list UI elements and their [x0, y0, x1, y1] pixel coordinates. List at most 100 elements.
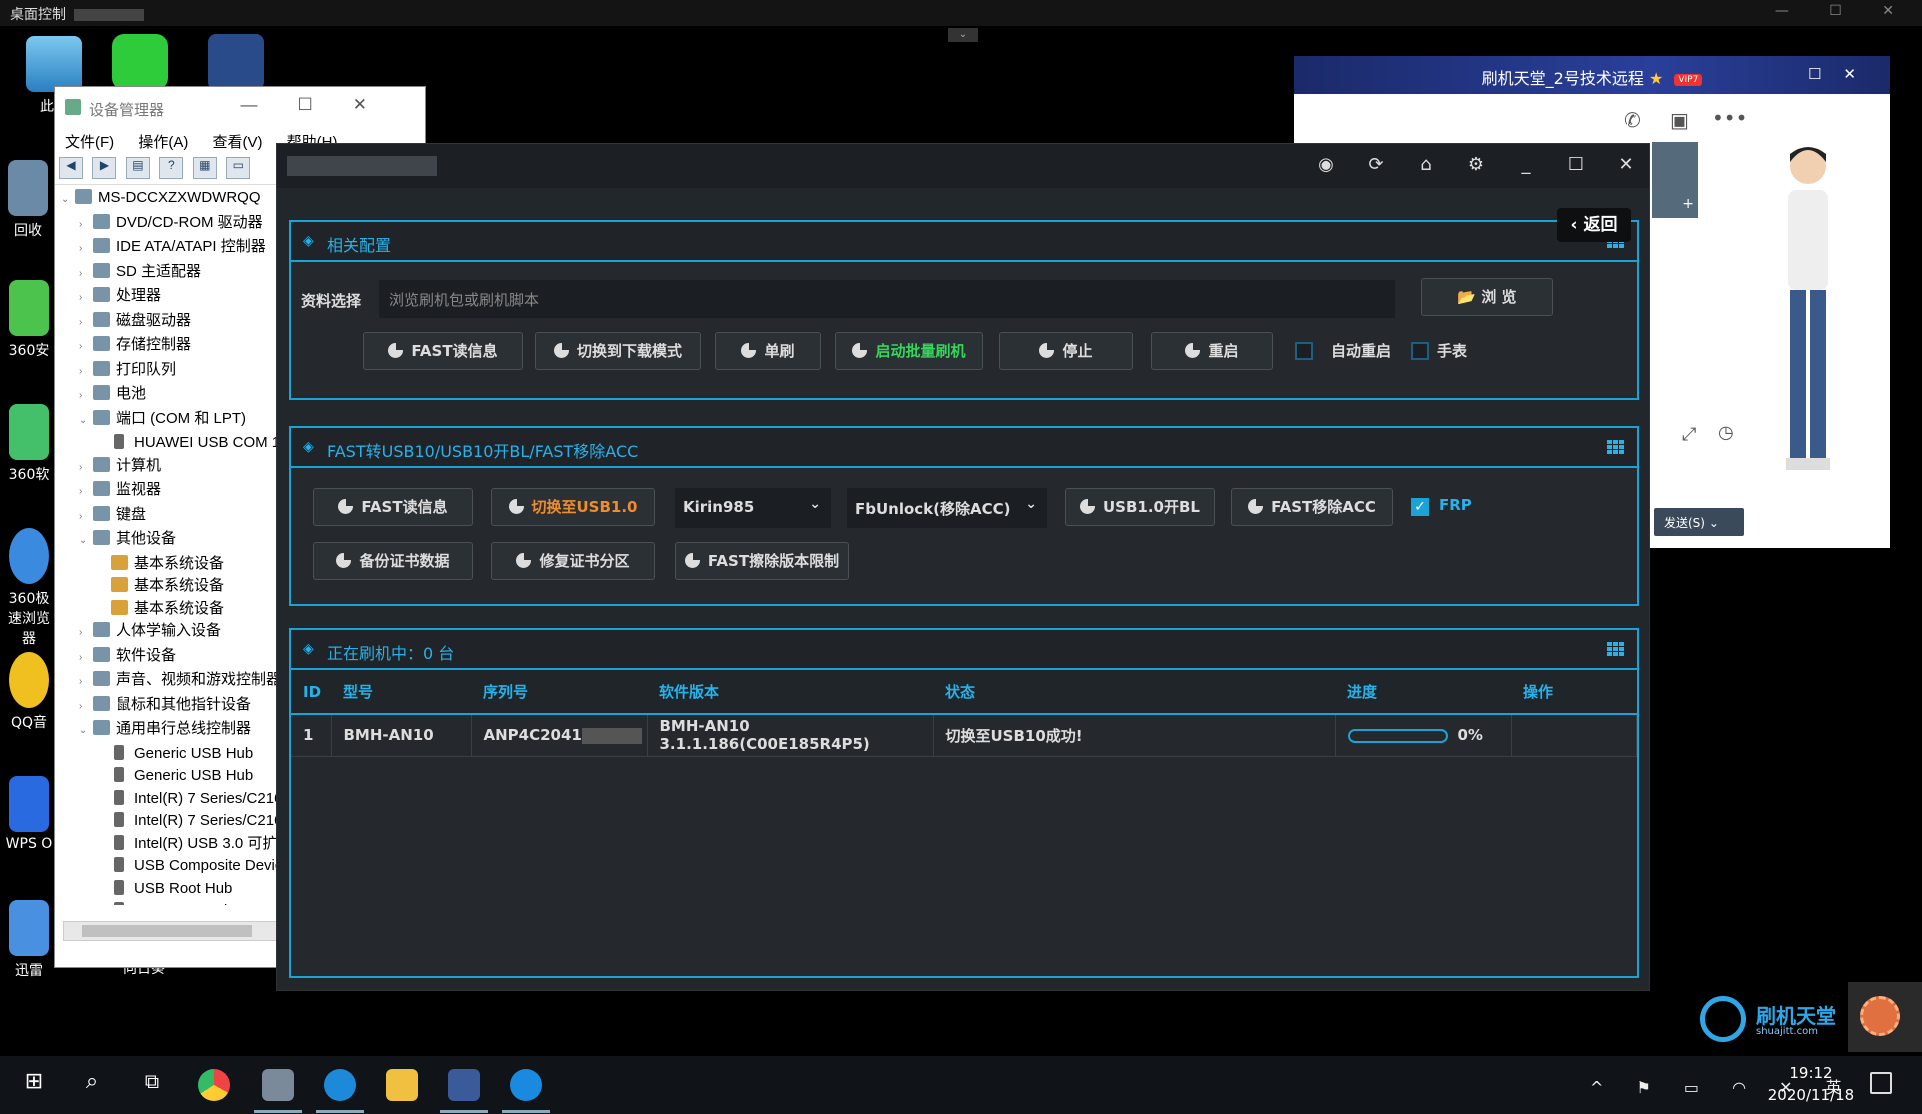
grid-icon[interactable] — [1607, 440, 1625, 454]
layers-icon: ◈ — [303, 439, 314, 455]
home-icon[interactable]: ⌂ — [1413, 154, 1439, 175]
grid-icon[interactable] — [1607, 642, 1625, 656]
minimize-icon[interactable]: _ — [1513, 154, 1539, 175]
close-icon[interactable]: ✕ — [1613, 154, 1639, 175]
batch-flash-button[interactable]: 启动批量刷机 — [835, 332, 983, 370]
expand-toggle-icon[interactable]: › — [79, 263, 93, 286]
history-icon[interactable]: ◷ — [1718, 422, 1734, 443]
table-row[interactable]: 1 BMH-AN10 ANP4C2041 BMH-AN10 3.1.1.186(… — [291, 714, 1637, 757]
desktop-icon-360soft[interactable]: 360软 — [4, 404, 54, 484]
update-driver-icon[interactable]: ▦ — [192, 157, 217, 179]
fast-remove-acc-button[interactable]: FAST移除ACC — [1231, 488, 1393, 526]
expand-toggle-icon[interactable]: ⌄ — [79, 410, 93, 433]
button-label: 备份证书数据 — [359, 552, 450, 570]
search-icon[interactable]: ⌕ — [76, 1069, 108, 1101]
expand-toggle-icon[interactable]: › — [79, 622, 93, 645]
chip-select[interactable]: Kirin985 ⌄ — [675, 488, 831, 528]
backup-cert-button[interactable]: 备份证书数据 — [313, 542, 473, 580]
send-button[interactable]: 发送(S) ⌄ — [1654, 508, 1744, 536]
browse-button[interactable]: 📂 浏 览 — [1421, 278, 1553, 316]
expand-toggle-icon[interactable]: › — [79, 671, 93, 694]
task-view-icon[interactable]: ⧉ — [136, 1069, 168, 1101]
expand-toggle-icon[interactable]: › — [79, 647, 93, 670]
remote-window-controls[interactable]: — ☐ ✕ — [1775, 3, 1912, 19]
fast-read-info-button-2[interactable]: FAST读信息 — [313, 488, 473, 526]
devmgr-icon[interactable] — [254, 1069, 302, 1113]
expand-toggle-icon[interactable]: ⌄ — [79, 720, 93, 743]
language-icon[interactable]: ◉ — [1313, 154, 1339, 175]
stop-button[interactable]: 停止 — [999, 332, 1133, 370]
network-tool-icon[interactable] — [440, 1069, 488, 1113]
repair-cert-button[interactable]: 修复证书分区 — [491, 542, 655, 580]
expand-toggle-icon[interactable]: ⌄ — [61, 189, 75, 212]
expand-toggle-icon[interactable]: › — [79, 457, 93, 480]
device-tree-label: 基本系统设备 — [134, 554, 225, 572]
expand-toggle-icon[interactable]: › — [79, 481, 93, 504]
chrome-icon[interactable] — [198, 1069, 230, 1101]
single-flash-button[interactable]: 单刷 — [715, 332, 821, 370]
back-arrow-icon[interactable]: ◀ — [59, 157, 83, 179]
remote-title: 桌面控制 — [10, 7, 66, 23]
scrollbar-thumb[interactable] — [82, 925, 252, 937]
desktop-icon-xunlei[interactable]: 迅雷 — [4, 900, 54, 980]
cell-action[interactable] — [1511, 714, 1637, 757]
desktop-icon-qqmusic[interactable]: QQ音 — [4, 652, 54, 732]
expand-toggle-icon[interactable]: › — [79, 287, 93, 310]
expand-toggle-icon[interactable]: › — [79, 214, 93, 237]
menu-action[interactable]: 操作(A) — [138, 134, 188, 151]
floating-side-button[interactable] — [1848, 982, 1922, 1052]
shuaji-icon[interactable] — [316, 1069, 364, 1113]
settings-icon[interactable]: ⚙ — [1463, 154, 1489, 175]
devmgr-window-controls[interactable]: —☐✕ — [241, 95, 407, 115]
unlock-select[interactable]: FbUnlock(移除ACC) ⌄ — [847, 488, 1047, 528]
add-icon[interactable]: + — [1682, 196, 1694, 212]
erase-version-limit-button[interactable]: FAST擦除版本限制 — [675, 542, 849, 580]
contact-avatar-panel[interactable]: + — [1652, 142, 1698, 218]
desktop-icon-tool[interactable] — [200, 34, 272, 94]
expand-icon[interactable]: ⤢ — [1682, 424, 1696, 445]
menu-view[interactable]: 查看(V) — [213, 134, 263, 151]
desktop-icon-360browser[interactable]: 360极速浏览器 — [4, 528, 54, 648]
expand-toggle-icon[interactable]: › — [79, 696, 93, 719]
expand-toggle-icon[interactable]: › — [79, 238, 93, 261]
fast-read-info-button[interactable]: FAST读信息 — [363, 332, 523, 370]
phone-icon[interactable]: ✆ — [1624, 108, 1641, 132]
desktop-icon-wps[interactable]: WPS O — [4, 776, 54, 852]
notification-icon[interactable] — [1870, 1072, 1892, 1094]
start-icon[interactable]: ⊞ — [18, 1069, 50, 1101]
device-tree-label: 处理器 — [116, 287, 162, 304]
qq-window-controls[interactable]: ☐✕ — [1808, 65, 1878, 83]
explorer-icon[interactable] — [386, 1069, 418, 1101]
more-icon[interactable]: ••• — [1712, 106, 1747, 130]
usb10-open-bl-button[interactable]: USB1.0开BL — [1065, 488, 1215, 526]
expand-toggle-icon[interactable]: ⌄ — [79, 530, 93, 553]
properties-icon[interactable]: ▤ — [125, 157, 150, 179]
expand-toggle-icon[interactable]: › — [79, 361, 93, 384]
maximize-icon[interactable]: ☐ — [1563, 154, 1589, 175]
forward-arrow-icon[interactable]: ▶ — [92, 157, 117, 179]
menu-file[interactable]: 文件(F) — [65, 134, 114, 151]
back-button[interactable]: ‹ 返回 — [1557, 208, 1631, 242]
download-mode-button[interactable]: 切换到下载模式 — [535, 332, 701, 370]
video-call-icon[interactable]: ▣ — [1670, 108, 1689, 132]
reboot-button[interactable]: 重启 — [1151, 332, 1273, 370]
collapse-toolbar-button[interactable]: ⌄ — [948, 28, 978, 42]
monitor-icon[interactable]: ▭ — [226, 157, 251, 179]
source-input[interactable]: 浏览刷机包或刷机脚本 — [379, 280, 1395, 318]
expand-toggle-icon[interactable]: › — [79, 506, 93, 529]
switch-usb10-button[interactable]: 切换至USB1.0 — [491, 488, 655, 526]
auto-reboot-checkbox[interactable] — [1295, 342, 1313, 360]
send-dropdown-icon[interactable]: ⌄ — [1709, 516, 1719, 530]
expand-toggle-icon[interactable]: › — [79, 312, 93, 335]
desktop-icon-network[interactable] — [104, 34, 176, 94]
flash-tool-icon[interactable] — [502, 1069, 550, 1113]
desktop-icon-recycle[interactable]: 回收 — [4, 160, 52, 240]
expand-toggle-icon[interactable]: › — [79, 385, 93, 408]
watch-checkbox[interactable] — [1411, 342, 1429, 360]
frp-checkbox[interactable]: ✓ — [1411, 498, 1429, 516]
desktop-icon-360safe[interactable]: 360安 — [4, 280, 54, 360]
clock[interactable]: 19:12 2020/11/18 — [1766, 1062, 1856, 1106]
expand-toggle-icon[interactable]: › — [79, 336, 93, 359]
help-icon[interactable]: ? — [159, 157, 184, 179]
refresh-icon[interactable]: ⟳ — [1363, 154, 1389, 175]
